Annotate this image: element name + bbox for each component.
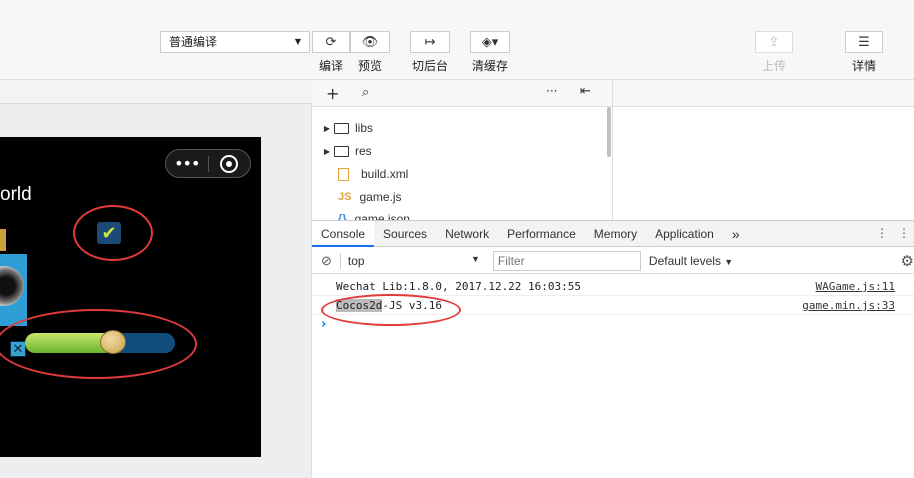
editor-header xyxy=(613,80,914,107)
log-levels-label: Default levels xyxy=(648,253,721,268)
tree-item-game-json[interactable]: {} game.json xyxy=(338,208,410,220)
file-tree: ▶ libs ▶ res build.xml JS game.js {} gam… xyxy=(312,107,612,220)
collapse-panel-icon[interactable]: ⇤ xyxy=(580,84,591,99)
game-screen[interactable]: ••• orld ✔ ✕ xyxy=(0,137,261,457)
file-tree-scrollbar[interactable] xyxy=(607,107,611,157)
folder-icon xyxy=(334,145,349,157)
menu-icon: ☰ xyxy=(858,34,870,50)
game-slider[interactable] xyxy=(25,330,175,354)
log-highlight: Cocos2d xyxy=(336,299,383,312)
compile-mode-value: 普通编译 xyxy=(169,35,218,49)
log-levels-select[interactable]: Default levels ▼ xyxy=(649,254,733,268)
hello-world-text: orld xyxy=(0,184,32,205)
compile-mode-select[interactable]: 普通编译 ▼ xyxy=(160,31,310,53)
search-icon[interactable]: ⌕ xyxy=(362,85,369,100)
upload-icon: ⇪ xyxy=(768,34,780,50)
add-icon[interactable]: + xyxy=(326,84,339,103)
sprite-tile xyxy=(0,254,27,326)
compile-button[interactable]: ⟳ xyxy=(312,31,350,53)
details-button[interactable]: ☰ xyxy=(845,31,883,53)
editor-pane xyxy=(612,80,914,220)
context-value: top xyxy=(347,253,365,268)
spiky-sprite-icon xyxy=(0,266,24,306)
console-log-row: Wechat Lib:1.8.0, 2017.12.22 16:03:55 WA… xyxy=(312,277,914,296)
eye-icon: 👁 xyxy=(361,34,379,50)
preview-label: 预览 xyxy=(357,59,382,73)
tree-item-label: res xyxy=(355,144,372,158)
tab-network[interactable]: Network xyxy=(436,221,498,247)
log-message: Cocos2d-JS v3.16 xyxy=(336,299,442,312)
tree-item-game-js[interactable]: JS game.js xyxy=(338,186,402,208)
more-tabs-icon[interactable]: » xyxy=(723,221,749,247)
background-label: 切后台 xyxy=(411,59,448,73)
context-select[interactable]: top ▼ xyxy=(348,254,480,268)
upload-button[interactable]: ⇪ xyxy=(755,31,793,53)
more-icon[interactable]: ••• xyxy=(166,154,208,173)
log-source-link[interactable]: WAGame.js:11 xyxy=(816,277,895,296)
tree-item-label: build.xml xyxy=(361,167,409,181)
more-options-icon[interactable]: ··· xyxy=(546,84,557,98)
chevron-down-icon: ▼ xyxy=(724,256,734,267)
slider-thumb[interactable] xyxy=(100,330,126,354)
gear-icon[interactable]: ⚙ xyxy=(901,252,914,270)
tab-memory[interactable]: Memory xyxy=(585,221,646,247)
chevron-down-icon: ▼ xyxy=(294,37,301,46)
tab-performance[interactable]: Performance xyxy=(498,221,585,247)
console-filter-bar: ⊘ top ▼ Default levels ▼ ⚙ xyxy=(312,248,914,274)
refresh-icon: ⟳ xyxy=(325,34,337,50)
js-file-icon: JS xyxy=(338,191,352,203)
explorer-toolbar: + ⌕ ··· ⇤ xyxy=(312,80,612,107)
json-file-icon: {} xyxy=(338,213,347,220)
console-log-row: Cocos2d-JS v3.16 game.min.js:33 xyxy=(312,296,914,315)
game-checkbox[interactable]: ✔ xyxy=(97,222,121,244)
close-capsule-icon[interactable] xyxy=(208,154,250,173)
tab-console[interactable]: Console xyxy=(312,220,375,247)
menu-capsule[interactable]: ••• xyxy=(165,149,251,178)
chevron-right-icon: ▶ xyxy=(323,146,331,156)
devtools-tabs: Console Sources Network Performance Memo… xyxy=(312,220,914,247)
tree-item-libs[interactable]: ▶ libs xyxy=(320,117,373,139)
clear-cache-button[interactable]: ◈▾ xyxy=(470,31,510,53)
details-label: 详情 xyxy=(851,59,876,73)
tree-item-label: game.js xyxy=(359,190,402,204)
compile-label: 编译 xyxy=(318,59,343,73)
tab-application[interactable]: Application xyxy=(646,221,723,247)
switch-background-icon: ↦ xyxy=(424,34,436,50)
tree-item-label: game.json xyxy=(354,212,410,220)
background-button[interactable]: ↦ xyxy=(410,31,450,53)
log-source-link[interactable]: game.min.js:33 xyxy=(802,296,895,315)
folder-icon xyxy=(334,122,349,134)
chevron-right-icon: ▶ xyxy=(323,123,331,133)
clear-console-icon[interactable]: ⊘ xyxy=(321,253,332,269)
devtools-panel: Console Sources Network Performance Memo… xyxy=(312,220,914,478)
clear-cache-label: 清缓存 xyxy=(471,59,508,73)
close-sprite-button[interactable]: ✕ xyxy=(10,341,26,357)
file-icon xyxy=(338,167,349,181)
kebab-menu-icon[interactable]: ⋮ xyxy=(876,226,888,240)
preview-button[interactable]: 👁 xyxy=(350,31,390,53)
sprite-edge xyxy=(0,229,6,251)
upload-label: 上传 xyxy=(761,59,786,73)
divider xyxy=(339,252,341,269)
console-filter-input[interactable] xyxy=(492,250,641,271)
tree-item-build-xml[interactable]: build.xml xyxy=(338,163,408,185)
simulator-panel: ••• orld ✔ ✕ xyxy=(0,80,312,478)
console-prompt-icon[interactable]: › xyxy=(321,317,326,332)
chevron-down-icon: ▼ xyxy=(470,253,480,264)
layers-icon: ◈▾ xyxy=(481,34,499,50)
tab-sources[interactable]: Sources xyxy=(374,221,436,247)
simulator-header xyxy=(0,80,312,104)
log-message: Wechat Lib:1.8.0, 2017.12.22 16:03:55 xyxy=(336,280,582,293)
tree-item-res[interactable]: ▶ res xyxy=(320,140,372,162)
tree-item-label: libs xyxy=(355,121,374,135)
close-devtools-icon[interactable]: ⋮ xyxy=(898,226,910,240)
toolbar: 普通编译 ▼ ⟳ 👁 ↦ ◈▾ ⇪ ☰ 编译 预览 切后台 清缓存 上传 详情 xyxy=(0,0,914,80)
